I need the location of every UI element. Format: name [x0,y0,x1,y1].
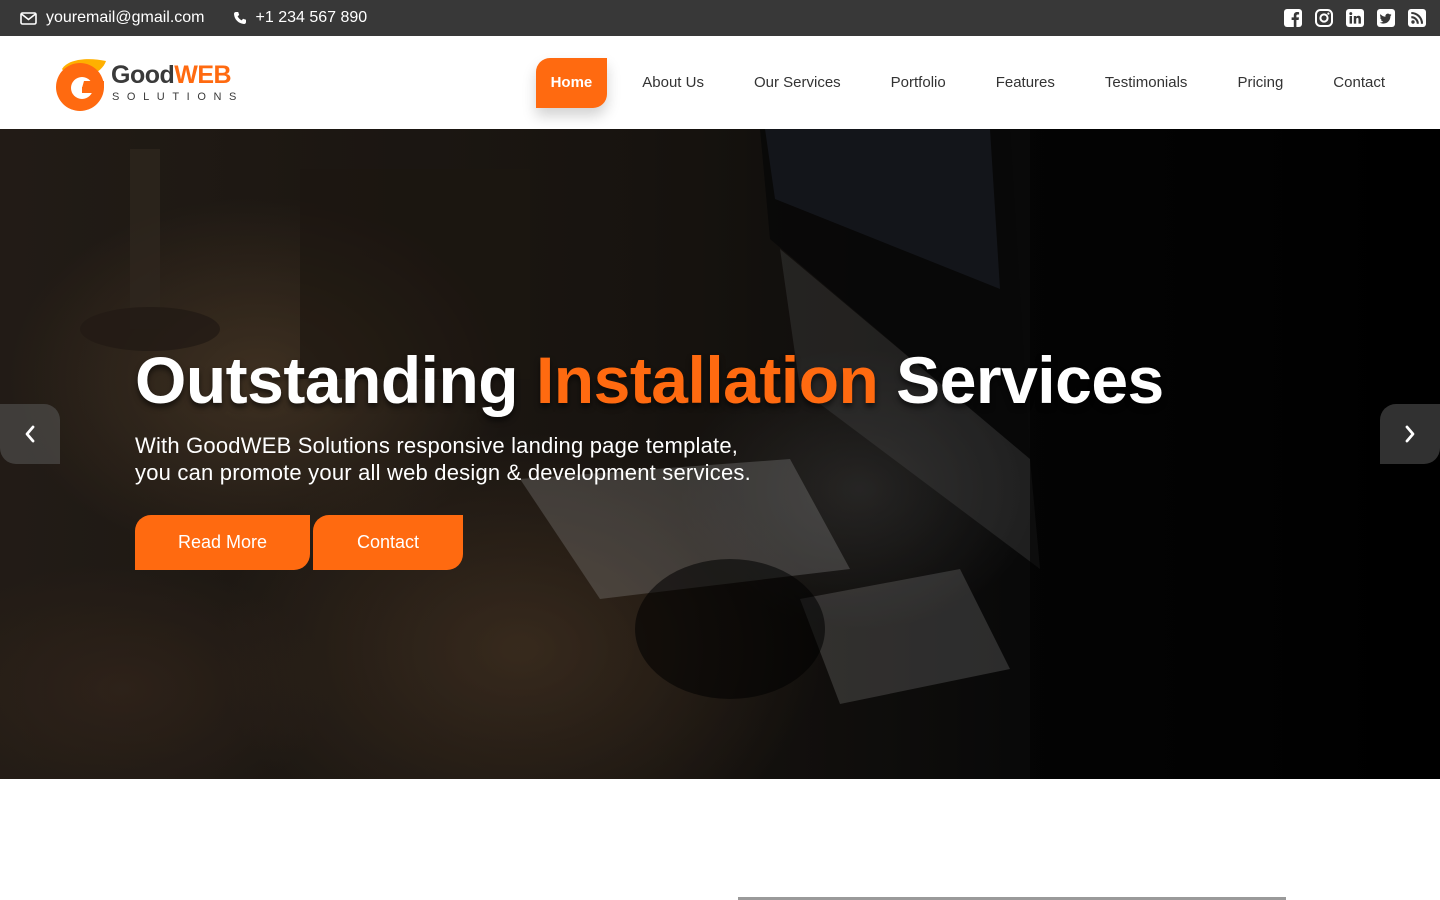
email-link[interactable]: youremail@gmail.com [20,9,205,27]
phone-link[interactable]: +1 234 567 890 [233,9,368,27]
email-text: youremail@gmail.com [46,9,205,26]
slider-next-button[interactable] [1380,404,1440,464]
logo-word-web: WEB [174,61,232,89]
main-nav: Home About Us Our Services Portfolio Fea… [535,58,1385,108]
slider-prev-button[interactable] [0,404,60,464]
top-bar: youremail@gmail.com +1 234 567 890 [0,0,1440,36]
twitter-icon[interactable] [1377,9,1395,27]
instagram-icon[interactable] [1315,9,1333,27]
hero-slider: Outstanding Installation Services With G… [0,129,1440,779]
nav-item-portfolio[interactable]: Portfolio [866,58,971,108]
nav-item-testimonials[interactable]: Testimonials [1080,58,1213,108]
phone-text: +1 234 567 890 [255,9,368,26]
chevron-right-icon [1405,425,1415,443]
top-contact-info: youremail@gmail.com +1 234 567 890 [20,0,395,36]
chevron-left-icon [25,425,35,443]
hero-title-part2: Services [878,343,1164,417]
read-more-button[interactable]: Read More [135,515,310,570]
logo-wordmark: GoodWEB [111,61,232,90]
envelope-icon [20,11,37,25]
nav-item-contact[interactable]: Contact [1308,58,1385,108]
logo-mark-icon [56,59,106,111]
logo-tagline: SOLUTIONS [112,91,244,103]
site-logo[interactable]: GoodWEB SOLUTIONS [54,57,244,111]
hero-title-part1: Outstanding [135,343,536,417]
hero-title: Outstanding Installation Services [135,342,1164,418]
phone-icon [233,12,246,24]
nav-item-pricing[interactable]: Pricing [1212,58,1308,108]
nav-item-home[interactable]: Home [535,58,608,108]
nav-item-features[interactable]: Features [971,58,1080,108]
hero-subtitle-line1: With GoodWEB Solutions responsive landin… [135,433,739,458]
rss-icon[interactable] [1408,9,1426,27]
hero-title-highlight: Installation [535,343,879,417]
hero-subtitle: With GoodWEB Solutions responsive landin… [135,432,751,486]
site-header: GoodWEB SOLUTIONS Home About Us Our Serv… [0,36,1440,129]
logo-word-good: Good [111,61,175,89]
social-links [1271,0,1426,36]
hero-subtitle-line2: you can promote your all web design & de… [135,460,751,485]
facebook-icon[interactable] [1284,9,1302,27]
nav-item-about-us[interactable]: About Us [617,58,729,108]
nav-item-our-services[interactable]: Our Services [729,58,866,108]
linkedin-icon[interactable] [1346,9,1364,27]
contact-button[interactable]: Contact [313,515,463,570]
